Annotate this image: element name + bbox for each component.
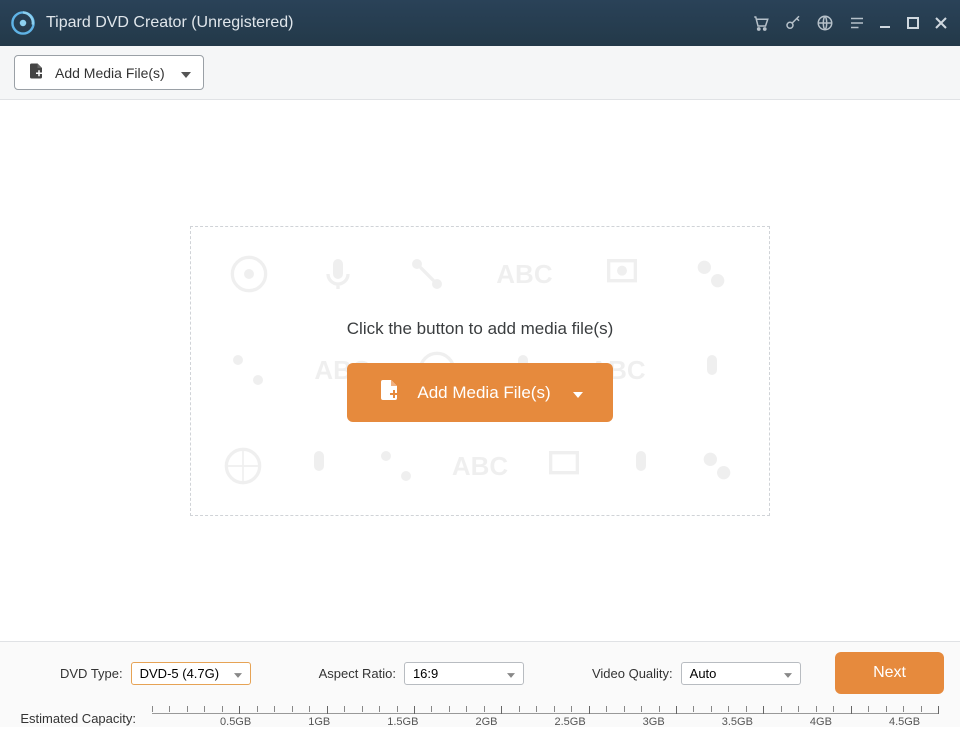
globe-icon[interactable] <box>816 14 834 32</box>
video-quality-label: Video Quality: <box>592 666 673 681</box>
chevron-down-icon <box>234 666 242 681</box>
dvd-type-select[interactable]: DVD-5 (4.7G) <box>131 662 251 685</box>
ruler-tick-label: 4.5GB <box>889 716 920 728</box>
capacity-ruler: 0.5GB 1GB 1.5GB 2GB 2.5GB 3GB 3.5GB 4GB 4.5GB <box>152 704 938 732</box>
title-bar: Tipard DVD Creator (Unregistered) <box>0 0 960 46</box>
chevron-down-icon <box>573 383 583 403</box>
toolbar: Add Media File(s) <box>0 46 960 100</box>
maximize-button[interactable] <box>904 14 922 32</box>
add-file-icon <box>377 377 401 408</box>
bottom-bar: DVD Type: DVD-5 (4.7G) Aspect Ratio: 16:… <box>0 641 960 727</box>
ruler-tick-label: 2GB <box>475 716 497 728</box>
aspect-ratio-select[interactable]: 16:9 <box>404 662 524 685</box>
video-quality-select[interactable]: Auto <box>681 662 801 685</box>
aspect-ratio-value: 16:9 <box>413 666 438 681</box>
add-file-icon <box>27 62 45 83</box>
dvd-type-label: DVD Type: <box>60 666 123 681</box>
cart-icon[interactable] <box>752 14 770 32</box>
window-title: Tipard DVD Creator (Unregistered) <box>46 14 293 32</box>
chevron-down-icon <box>507 666 515 681</box>
ruler-tick-label: 3GB <box>643 716 665 728</box>
dvd-type-value: DVD-5 (4.7G) <box>140 666 219 681</box>
drop-zone[interactable]: ABC ABC ABC ABC Click th <box>190 226 770 516</box>
close-button[interactable] <box>932 14 950 32</box>
ruler-tick-label: 1.5GB <box>387 716 418 728</box>
capacity-label: Estimated Capacity: <box>16 711 136 726</box>
ruler-tick-label: 2.5GB <box>554 716 585 728</box>
ruler-tick-label: 4GB <box>810 716 832 728</box>
titlebar-actions <box>752 14 866 32</box>
app-logo-icon <box>10 10 36 36</box>
main-area: ABC ABC ABC ABC Click th <box>0 100 960 641</box>
chevron-down-icon <box>784 666 792 681</box>
add-media-main-label: Add Media File(s) <box>417 383 550 403</box>
key-icon[interactable] <box>784 14 802 32</box>
ruler-tick-label: 3.5GB <box>722 716 753 728</box>
minimize-button[interactable] <box>876 14 894 32</box>
ruler-tick-label: 1GB <box>308 716 330 728</box>
hint-text: Click the button to add media file(s) <box>347 319 613 339</box>
add-media-label: Add Media File(s) <box>55 65 165 81</box>
add-media-button[interactable]: Add Media File(s) <box>14 55 204 90</box>
next-label: Next <box>873 664 906 681</box>
chevron-down-icon <box>181 65 191 81</box>
menu-icon[interactable] <box>848 14 866 32</box>
next-button[interactable]: Next <box>835 652 944 694</box>
add-media-main-button[interactable]: Add Media File(s) <box>347 363 612 422</box>
video-quality-value: Auto <box>690 666 717 681</box>
ruler-tick-label: 0.5GB <box>220 716 251 728</box>
aspect-ratio-label: Aspect Ratio: <box>319 666 396 681</box>
